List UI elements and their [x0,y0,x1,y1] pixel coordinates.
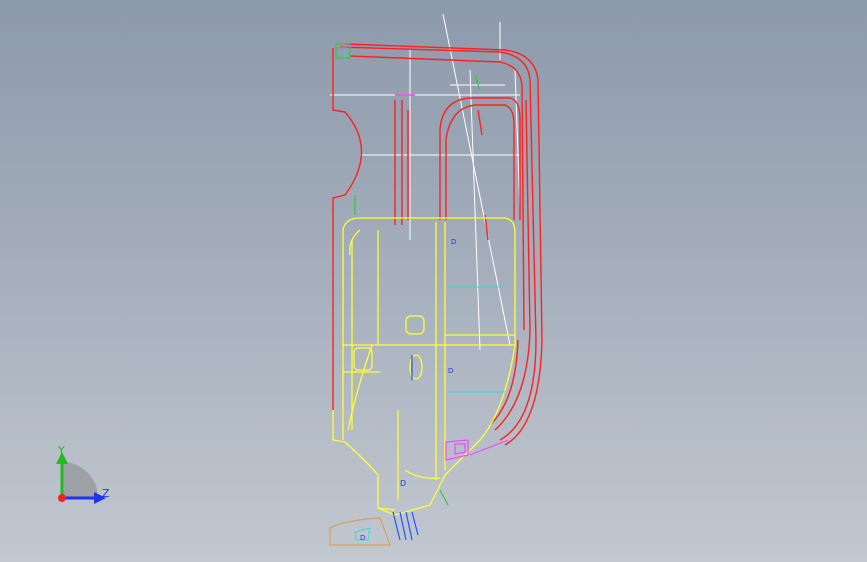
marker-d-3: D [400,479,406,488]
panel-outline [332,217,516,516]
coordinate-triad-icon: Y Z [56,444,110,504]
graphics-viewport[interactable]: D D D D Y Z [0,0,867,562]
z-axis-label: Z [102,487,110,500]
marker-d-2: D [448,367,453,375]
blue-features [392,355,419,541]
cyan-lines [344,50,505,541]
marker-d-1: D [451,238,456,246]
magenta-features [336,45,509,461]
construction-lines [330,13,521,351]
frame-outline [332,43,543,446]
marker-d-4: D [360,534,365,542]
y-axis-label: Y [57,444,65,457]
cad-wireframe-model[interactable]: D D D D [0,0,867,562]
